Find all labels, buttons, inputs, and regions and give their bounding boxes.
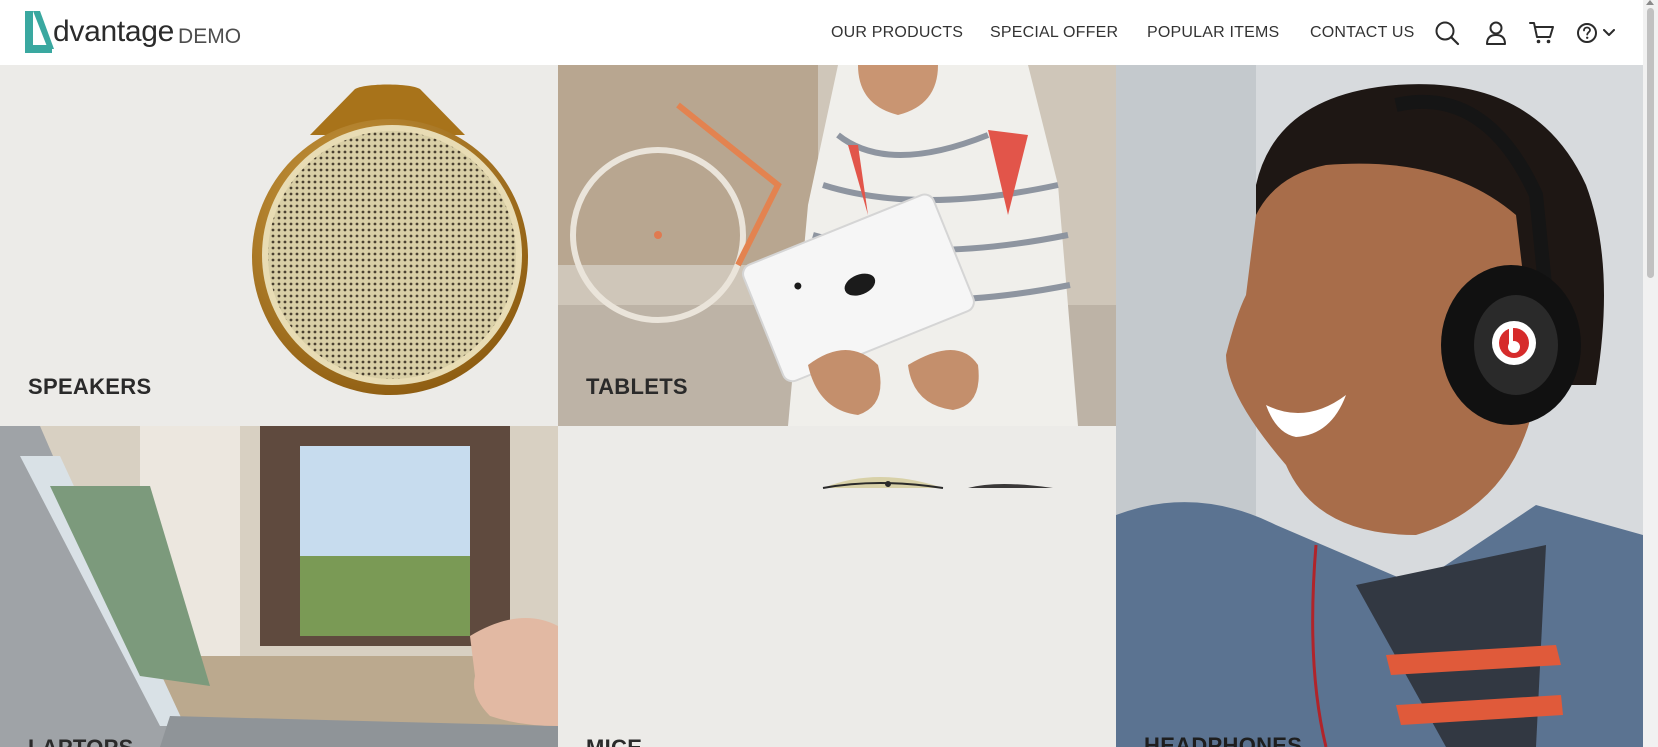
category-tile-mice[interactable]: MICE [558, 426, 1116, 747]
brand-suffix: DEMO [178, 25, 242, 48]
category-label-tablets: TABLETS [586, 374, 688, 399]
user-icon [1486, 21, 1506, 45]
category-label-speakers: SPEAKERS [28, 374, 152, 399]
nav-our-products[interactable]: OUR PRODUCTS [831, 24, 963, 42]
user-menu-button[interactable] [1481, 18, 1511, 48]
tablet-image [558, 65, 1116, 426]
help-icon [1577, 23, 1597, 43]
category-tile-headphones[interactable]: HEADPHONES [1116, 65, 1643, 747]
category-label-mice: MICE [586, 735, 642, 747]
category-label-laptops: LAPTOPS [28, 735, 134, 747]
page-scrollbar[interactable] [1643, 0, 1658, 747]
laptop-image [0, 426, 558, 747]
brand-name: dvantage [53, 15, 175, 48]
headphones-image [1116, 65, 1643, 747]
search-icon [1435, 21, 1460, 46]
scroll-up-arrow-icon[interactable] [1646, 0, 1654, 5]
nav-contact-us[interactable]: CONTACT US [1310, 24, 1415, 42]
nav-special-offer[interactable]: SPECIAL OFFER [990, 24, 1118, 42]
category-tile-laptops[interactable]: LAPTOPS [0, 426, 558, 747]
cart-icon [1529, 22, 1554, 44]
site-header: dvantage DEMO OUR PRODUCTS SPECIAL OFFER… [0, 0, 1643, 65]
scrollbar-thumb[interactable] [1647, 8, 1654, 278]
mice-image [822, 477, 1053, 489]
category-tile-tablets[interactable]: TABLETS [558, 65, 1116, 426]
logo-mark-icon [25, 11, 54, 53]
help-menu-button[interactable] [1576, 18, 1618, 48]
category-tile-speakers[interactable]: SPEAKERS [0, 65, 558, 426]
category-label-headphones: HEADPHONES [1144, 733, 1303, 747]
chevron-down-icon [1603, 29, 1615, 36]
nav-popular-items[interactable]: POPULAR ITEMS [1147, 24, 1279, 42]
speaker-image [252, 84, 528, 395]
brand-logo[interactable]: dvantage DEMO [22, 9, 241, 55]
cart-button[interactable] [1527, 18, 1557, 48]
search-button[interactable] [1432, 18, 1462, 48]
